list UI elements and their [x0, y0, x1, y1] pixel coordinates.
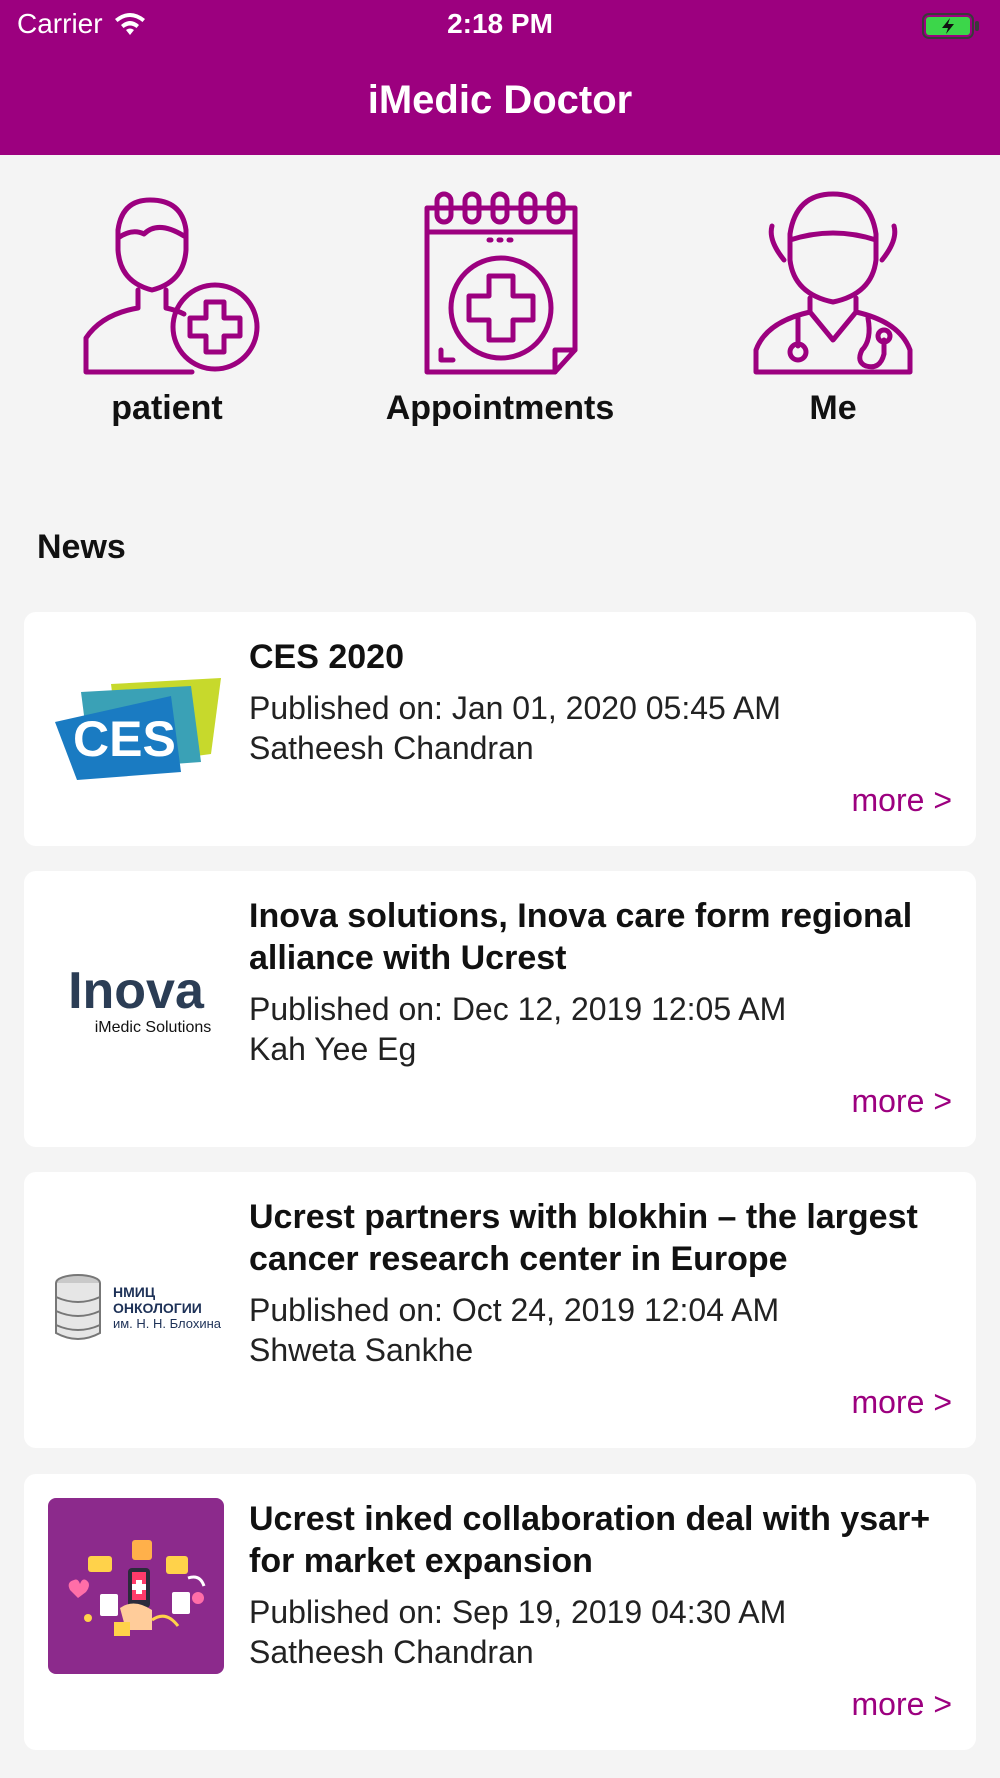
blokhin-emblem-icon — [54, 1274, 101, 1340]
inova-logo-subtext: iMedic Solutions — [94, 1019, 212, 1036]
me-label: Me — [809, 389, 857, 427]
quick-actions: patient Appointments Me — [0, 190, 1000, 440]
news-card[interactable]: Inova iMedic Solutions Inova solutions, … — [24, 871, 976, 1147]
news-author: Satheesh Chandran — [249, 730, 534, 766]
top-bar: Carrier 2:18 PM iMedic Doctor — [0, 0, 1000, 155]
news-card[interactable]: CES CES 2020 Published on: Jan 01, 2020 … — [24, 612, 976, 846]
news-published: Published on: Dec 12, 2019 12:05 AM — [249, 991, 787, 1027]
news-card[interactable]: НМИЦ ОНКОЛОГИИ им. Н. Н. Блохина Ucrest … — [24, 1172, 976, 1448]
news-card[interactable]: Ucrest inked collaboration deal with ysa… — [24, 1474, 976, 1750]
news-heading: News — [37, 528, 126, 566]
news-title: Inova solutions, Inova care form regiona… — [249, 897, 913, 977]
blokhin-logo-line: НМИЦ — [112, 1284, 156, 1300]
me-button[interactable]: Me — [703, 190, 963, 428]
blokhin-logo-line: ОНКОЛОГИИ — [112, 1300, 202, 1316]
news-author: Satheesh Chandran — [249, 1634, 534, 1670]
appointments-button[interactable]: Appointments — [370, 190, 630, 428]
status-bar: Carrier 2:18 PM — [0, 0, 1000, 50]
ces-logo: CES — [48, 641, 224, 817]
news-published: Published on: Oct 24, 2019 12:04 AM — [249, 1292, 780, 1328]
appointments-label: Appointments — [385, 389, 615, 427]
news-author: Shweta Sankhe — [249, 1332, 474, 1368]
more-link[interactable]: more > — [852, 1384, 952, 1421]
more-link[interactable]: more > — [852, 782, 952, 819]
svg-text:CES: CES — [73, 711, 176, 767]
collaboration-illustration — [48, 1498, 224, 1674]
blokhin-logo-line: им. Н. Н. Блохина — [112, 1316, 222, 1331]
add-patient-icon — [83, 197, 260, 375]
page-title: iMedic Doctor — [367, 78, 633, 122]
news-published: Published on: Sep 19, 2019 04:30 AM — [249, 1594, 787, 1630]
patient-label: patient — [111, 389, 223, 427]
more-link[interactable]: more > — [852, 1686, 952, 1723]
calendar-medical-icon — [424, 191, 578, 375]
news-title: CES 2020 — [249, 638, 404, 676]
news-published: Published on: Jan 01, 2020 05:45 AM — [249, 690, 781, 726]
inova-logo-text: Inova — [68, 962, 204, 1020]
more-link[interactable]: more > — [852, 1083, 952, 1120]
news-author: Kah Yee Eg — [249, 1031, 417, 1067]
news-title: Ucrest partners with blokhin – the large… — [249, 1198, 918, 1278]
blokhin-logo: НМИЦ ОНКОЛОГИИ им. Н. Н. Блохина — [48, 1220, 224, 1396]
status-time: 2:18 PM — [447, 8, 553, 39]
inova-logo: Inova iMedic Solutions — [48, 913, 224, 1089]
doctor-icon — [753, 191, 913, 375]
news-title: Ucrest inked collaboration deal with ysa… — [249, 1500, 931, 1580]
patient-button[interactable]: patient — [37, 190, 297, 428]
battery-icon — [922, 12, 980, 47]
